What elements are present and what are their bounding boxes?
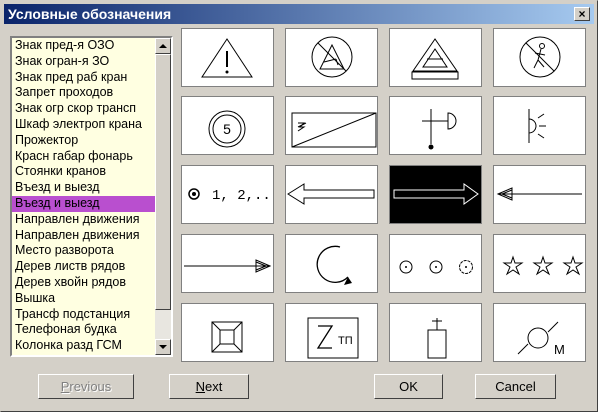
floodlight-icon bbox=[422, 109, 457, 150]
coniferous-trees-icon bbox=[502, 255, 584, 276]
ok-button[interactable]: OK bbox=[374, 374, 443, 399]
entry-exit-arrow-selected[interactable] bbox=[389, 165, 482, 224]
hollow-arrow-right-icon bbox=[393, 183, 479, 205]
previous-label: revious bbox=[69, 379, 112, 394]
list-item[interactable]: Дерев хвойн рядов bbox=[12, 275, 155, 291]
previous-button[interactable]: Previous bbox=[38, 374, 134, 399]
list-item[interactable]: Колонка разд ГСМ bbox=[12, 338, 155, 354]
turnaround-symbol[interactable] bbox=[285, 234, 378, 293]
list-scrollbar[interactable] bbox=[155, 38, 171, 355]
substation-label: ТП bbox=[338, 335, 353, 347]
legend-dialog: Условные обозначения × Знак пред-я ОЗО Зн… bbox=[0, 0, 598, 412]
red-marker-lamp-symbol[interactable] bbox=[493, 96, 586, 155]
phone-booth-symbol[interactable] bbox=[389, 303, 482, 362]
electrical-cabinet-symbol[interactable] bbox=[285, 96, 378, 155]
list-item[interactable]: Трансф подстанция bbox=[12, 307, 155, 323]
list-item[interactable]: Запрет проходов bbox=[12, 85, 155, 101]
parking-label: 1, 2,... bbox=[212, 188, 273, 204]
speed-limit-symbol[interactable]: 5 bbox=[181, 96, 274, 155]
entry-exit-left-symbol[interactable] bbox=[285, 165, 378, 224]
list-item[interactable]: Знак пред-я ОЗО bbox=[12, 38, 155, 54]
title-bar[interactable]: Условные обозначения × bbox=[4, 4, 594, 24]
speed-limit-icon: 5 bbox=[208, 110, 246, 148]
crane-parking-symbol[interactable]: 1, 2,... bbox=[181, 165, 274, 224]
close-button[interactable]: × bbox=[574, 7, 590, 21]
traffic-direction-right-symbol[interactable] bbox=[181, 234, 274, 293]
crane-work-warning-symbol[interactable] bbox=[389, 28, 482, 87]
next-mnemonic: N bbox=[195, 379, 206, 394]
crane-warning-icon bbox=[411, 38, 459, 80]
scroll-up-button[interactable] bbox=[155, 38, 171, 54]
dialog-title: Условные обозначения bbox=[8, 6, 172, 22]
arrow-up-icon bbox=[159, 43, 167, 48]
restricted-zone-symbol[interactable] bbox=[285, 28, 378, 87]
list-item[interactable]: Направлен движения bbox=[12, 212, 155, 228]
deciduous-trees-icon bbox=[399, 260, 473, 274]
no-passage-symbol[interactable] bbox=[493, 28, 586, 87]
electrical-cabinet-icon bbox=[291, 112, 377, 148]
list-item[interactable]: Красн габар фонарь bbox=[12, 149, 155, 165]
list-item[interactable]: Шкаф электроп крана bbox=[12, 117, 155, 133]
hollow-arrow-left-icon bbox=[287, 183, 375, 205]
list-item[interactable]: Телефоная будка bbox=[12, 322, 155, 338]
list-item[interactable]: Направлен движения bbox=[12, 228, 155, 244]
warning-triangle-symbol[interactable] bbox=[181, 28, 274, 87]
list-item[interactable]: Прожектор bbox=[12, 133, 155, 149]
arrow-right-icon bbox=[184, 259, 272, 273]
coniferous-trees-symbol[interactable] bbox=[493, 234, 586, 293]
warning-triangle-icon bbox=[201, 38, 253, 78]
arrow-left-icon bbox=[496, 187, 582, 201]
list-item[interactable]: Въезд и выезд bbox=[12, 180, 155, 196]
turnaround-icon bbox=[316, 245, 352, 285]
next-label: ext bbox=[205, 379, 223, 394]
deciduous-trees-symbol[interactable] bbox=[389, 234, 482, 293]
list-item[interactable]: Стоянки кранов bbox=[12, 164, 155, 180]
arrow-down-icon bbox=[159, 344, 167, 349]
cancel-button[interactable]: Cancel bbox=[475, 374, 556, 399]
list-item[interactable]: Знак огран-я ЗО bbox=[12, 54, 155, 70]
crane-parking-icon: 1, 2,... bbox=[188, 188, 273, 204]
tower-icon bbox=[211, 321, 243, 353]
list-item[interactable]: Дерев листв рядов bbox=[12, 259, 155, 275]
list-item[interactable]: Въезд и выезд bbox=[12, 195, 155, 212]
marker-lamp-icon bbox=[528, 109, 546, 143]
transformer-substation-symbol[interactable]: ТП bbox=[285, 303, 378, 362]
fuel-station-symbol[interactable]: М bbox=[493, 303, 586, 362]
fuel-label: М bbox=[554, 342, 565, 357]
list-item[interactable]: Место разворота bbox=[12, 243, 155, 259]
scroll-down-button[interactable] bbox=[155, 339, 171, 355]
substation-icon: ТП bbox=[307, 317, 359, 359]
next-button[interactable]: Next bbox=[169, 374, 249, 399]
floodlight-symbol[interactable] bbox=[389, 96, 482, 155]
phone-booth-icon bbox=[427, 318, 447, 359]
close-icon: × bbox=[578, 7, 586, 21]
list-item[interactable]: Знак огр скор трансп bbox=[12, 101, 155, 117]
tower-symbol[interactable] bbox=[181, 303, 274, 362]
no-pedestrian-icon bbox=[519, 36, 561, 78]
fuel-station-icon: М bbox=[517, 321, 565, 357]
symbol-list[interactable]: Знак пред-я ОЗО Знак огран-я ЗО Знак пред … bbox=[10, 36, 173, 357]
restricted-zone-icon bbox=[311, 36, 353, 78]
list-item[interactable]: Вышка bbox=[12, 291, 155, 307]
speed-limit-value: 5 bbox=[223, 121, 231, 137]
scroll-thumb[interactable] bbox=[155, 54, 171, 310]
traffic-direction-left-symbol[interactable] bbox=[493, 165, 586, 224]
symbol-list-items: Знак пред-я ОЗО Знак огран-я ЗО Знак пред … bbox=[12, 38, 155, 355]
list-item[interactable]: Знак пред раб кран bbox=[12, 70, 155, 86]
